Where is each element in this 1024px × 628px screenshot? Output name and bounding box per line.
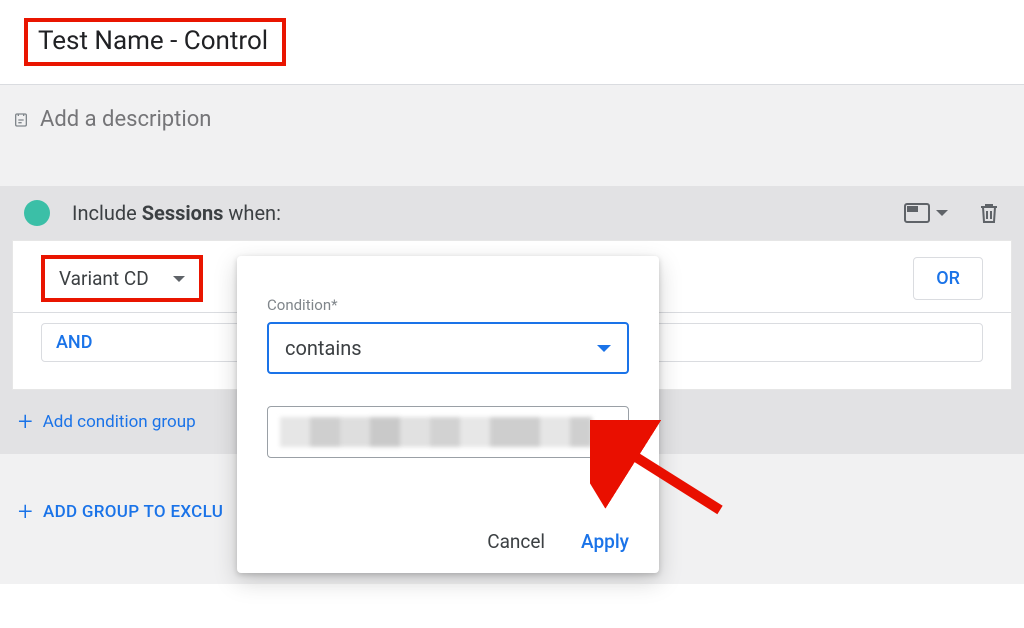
include-group-title: Include Sessions when:: [72, 201, 904, 225]
apply-button[interactable]: Apply: [581, 530, 629, 553]
include-prefix: Include: [72, 201, 137, 225]
description-row[interactable]: Add a description: [0, 85, 1024, 158]
condition-value-tail: .0: [598, 420, 616, 445]
or-button[interactable]: OR: [913, 257, 983, 300]
condition-operator-select[interactable]: contains: [267, 322, 629, 374]
chevron-down-icon: [597, 345, 611, 352]
redacted-value: [280, 417, 592, 447]
scope-icon: [904, 203, 930, 223]
include-indicator-icon: [24, 200, 50, 226]
include-group-header: Include Sessions when:: [0, 186, 1024, 240]
dimension-label: Variant CD: [59, 267, 149, 290]
title-highlight-box: Test Name - Control: [24, 18, 286, 66]
popover-actions: Cancel Apply: [267, 530, 629, 553]
add-group-to-exclude-label: ADD GROUP TO EXCLU: [43, 502, 223, 522]
condition-value-input[interactable]: .0: [267, 406, 629, 458]
include-scope: Sessions: [142, 201, 224, 225]
include-suffix: when:: [228, 201, 281, 225]
scope-selector[interactable]: [904, 203, 948, 223]
title-bar: Test Name - Control: [0, 0, 1024, 85]
page-title: Test Name - Control: [38, 26, 268, 56]
condition-field-label: Condition*: [267, 296, 629, 314]
chevron-down-icon: [936, 210, 948, 216]
description-icon: [12, 111, 30, 129]
cancel-button[interactable]: Cancel: [487, 530, 545, 553]
condition-operator-value: contains: [285, 336, 362, 360]
dimension-selector[interactable]: Variant CD: [41, 255, 203, 302]
description-placeholder: Add a description: [40, 107, 211, 132]
chevron-down-icon: [173, 276, 185, 282]
condition-popover: Condition* contains .0 Cancel Apply: [237, 256, 659, 573]
delete-group-button[interactable]: [978, 201, 1000, 225]
add-condition-group-label: Add condition group: [43, 412, 196, 432]
